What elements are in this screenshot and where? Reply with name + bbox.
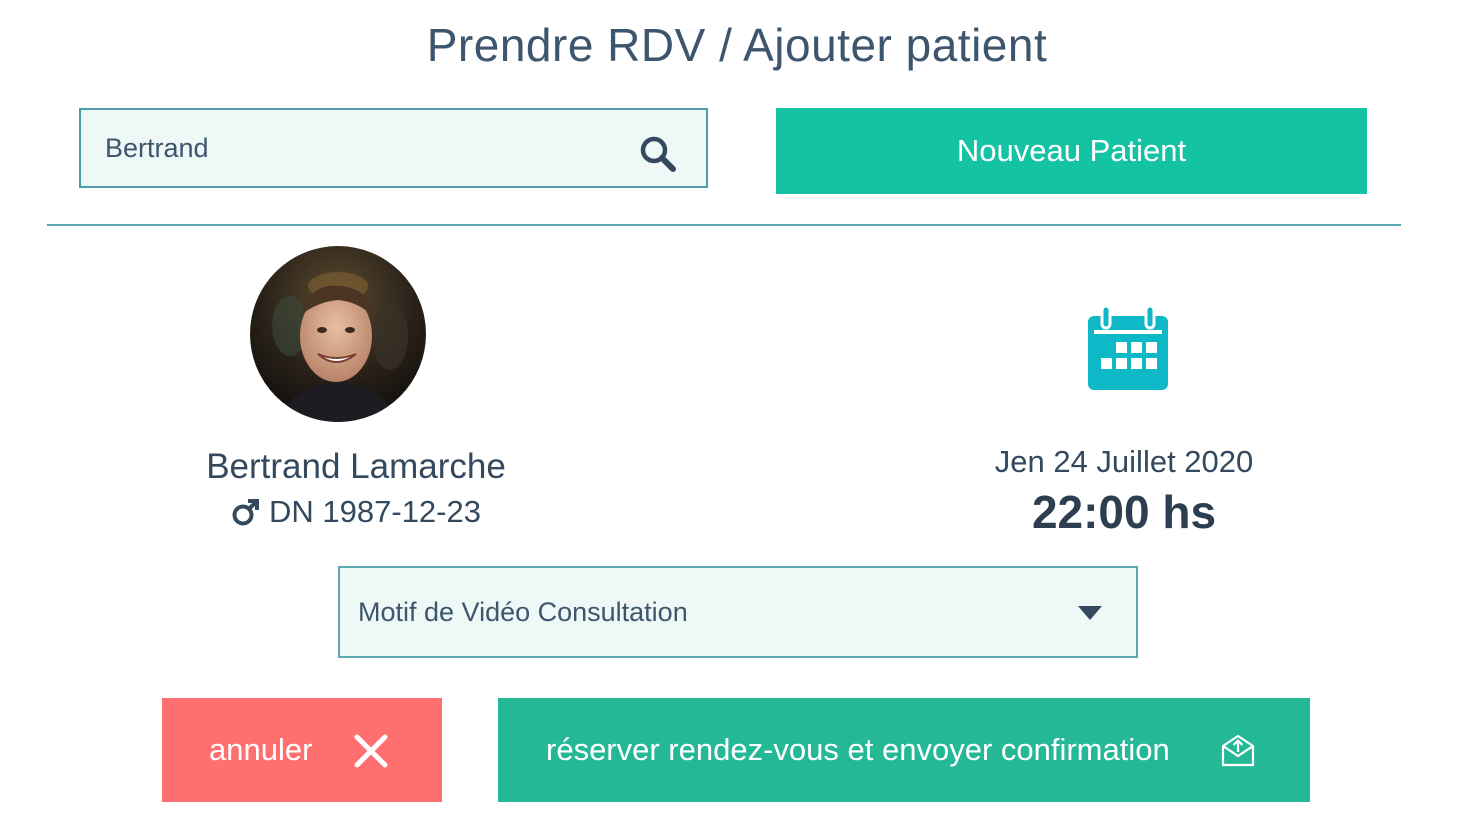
close-icon (354, 734, 388, 768)
patient-dob-row: DN 1987-12-23 (156, 494, 556, 530)
divider (47, 224, 1401, 226)
cancel-label: annuler (209, 732, 313, 767)
reserve-and-send-button[interactable]: réserver rendez-vous et envoyer confirma… (498, 698, 1310, 802)
patient-name: Bertrand Lamarche (206, 447, 506, 486)
appointment-date: Jen 24 Juillet 2020 (994, 444, 1254, 479)
motif-select[interactable]: Motif de Vidéo Consultation (338, 566, 1138, 658)
search-icon[interactable] (638, 134, 678, 174)
calendar-icon[interactable] (1086, 304, 1170, 392)
patient-dob: DN 1987-12-23 (269, 494, 481, 529)
appointment-time: 22:00 hs (1031, 486, 1217, 538)
reserve-label: réserver rendez-vous et envoyer confirma… (546, 732, 1170, 767)
patient-search[interactable] (79, 108, 708, 188)
avatar (250, 246, 426, 422)
new-patient-button[interactable]: Nouveau Patient (776, 108, 1367, 194)
motif-selected-value: Motif de Vidéo Consultation (358, 597, 688, 627)
envelope-send-icon (1221, 734, 1255, 767)
page-title: Prendre RDV / Ajouter patient (426, 19, 1048, 71)
cancel-button[interactable]: annuler (162, 698, 442, 802)
search-input[interactable] (105, 110, 625, 186)
chevron-down-icon (1078, 606, 1102, 620)
male-icon (232, 499, 260, 526)
